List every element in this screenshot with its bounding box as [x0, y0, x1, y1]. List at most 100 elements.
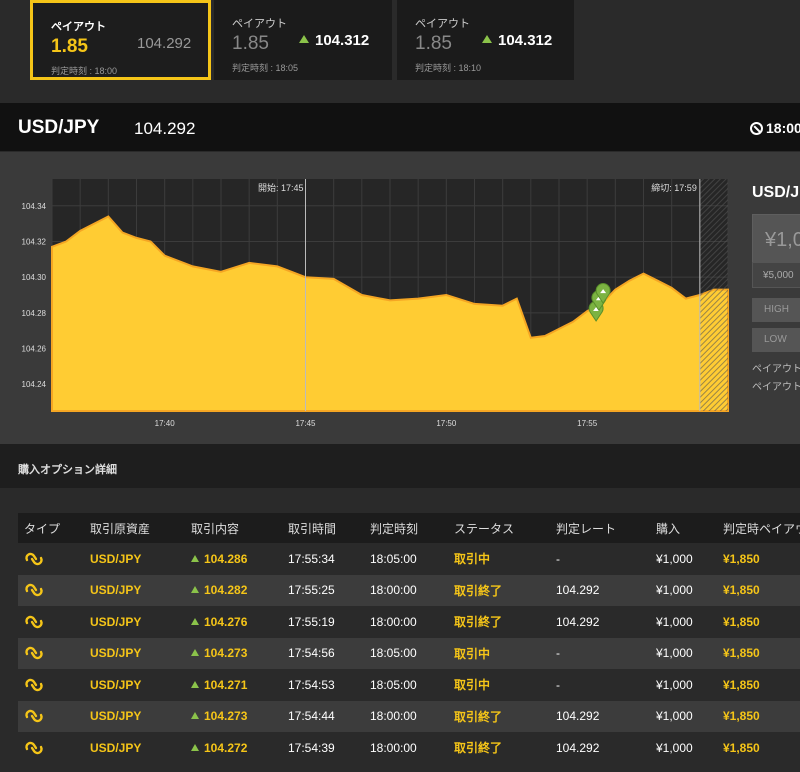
high-low-type-icon [24, 614, 44, 628]
purchase-cell: ¥1,000 [656, 574, 723, 606]
column-header[interactable]: 取引原資産 [90, 513, 191, 543]
table-header: タイプ 取引原資産 取引内容 取引時間 判定時刻 ステータス 判定レート 購入 … [18, 513, 800, 543]
up-arrow-icon [191, 712, 199, 720]
high-low-type-icon [24, 677, 44, 691]
status-cell: 取引中 [454, 543, 556, 575]
x-tick-label: 17:50 [436, 419, 457, 428]
up-arrow-icon [191, 680, 199, 688]
table-row[interactable]: USD/JPY 104.272 17:54:39 18:00:00 取引終了 104.29… [18, 732, 800, 764]
judge-time-cell: 18:00:00 [370, 574, 454, 606]
judge-time-cell: 18:05:00 [370, 637, 454, 669]
asset-cell: USD/JPY [90, 574, 191, 606]
column-header[interactable]: タイプ [18, 513, 90, 543]
purchase-cell: ¥1,000 [656, 637, 723, 669]
payout-value: 1.85 [232, 33, 269, 54]
start-time-label: 開始: 17:45 [258, 182, 304, 193]
content-cell: 104.282 [191, 574, 288, 606]
judge-time-cell: 18:00:00 [370, 606, 454, 638]
low-button[interactable]: LOW [752, 328, 800, 352]
price-chart-svg: 104.34 104.32 104.30 104.28 104.26 104.24 17:… [22, 179, 729, 428]
chart-section: 104.34 104.32 104.30 104.28 104.26 104.24 17:… [0, 152, 800, 444]
type-cell [18, 700, 90, 732]
asset-cell: USD/JPY [90, 732, 191, 764]
status-cell: 取引中 [454, 637, 556, 669]
column-header[interactable]: 取引時間 [288, 513, 370, 543]
judge-time-cell: 18:00:00 [370, 732, 454, 764]
judge-rate-cell: - [556, 669, 656, 701]
high-low-type-icon [24, 582, 44, 597]
status-cell: 取引終了 [454, 700, 556, 732]
judge-rate-cell: 104.292 [556, 574, 656, 606]
details-title: 購入オプション詳細 [18, 464, 117, 476]
purchase-cell: ¥1,000 [656, 543, 723, 575]
up-arrow-icon [191, 586, 199, 594]
y-tick-label: 104.24 [22, 380, 47, 389]
trade-time-cell: 17:54:44 [288, 700, 370, 732]
y-tick-label: 104.30 [22, 273, 47, 282]
payout-card-18-10[interactable]: ペイアウト 1.85 104.312 判定時刻 : 18:10 [397, 0, 574, 80]
payout-cell: ¥1,850 [723, 606, 800, 638]
payout-rate: 104.312 [482, 32, 552, 49]
trade-time-cell: 17:55:25 [288, 574, 370, 606]
trade-time-cell: 17:54:53 [288, 669, 370, 701]
content-cell: 104.276 [191, 606, 288, 638]
trade-time-cell: 17:55:19 [288, 606, 370, 638]
judge-rate-cell: 104.292 [556, 606, 656, 638]
trade-panel: USD/JPY ¥1,000 ¥5,000 HIGH LOW ペイアウト ペイア… [750, 152, 800, 444]
content-cell: 104.273 [191, 637, 288, 669]
payout-time: 判定時刻 : 18:00 [51, 66, 118, 76]
table-row[interactable]: USD/JPY 104.273 17:54:56 18:05:00 取引中 - ¥1,000… [18, 637, 800, 669]
high-button[interactable]: HIGH [752, 298, 800, 322]
type-cell [18, 543, 90, 575]
judge-rate-cell: - [556, 543, 656, 575]
judge-time-cell: 18:00:00 [370, 700, 454, 732]
asset-header: USD/JPY 104.292 18:00 [0, 103, 800, 151]
column-header[interactable]: 取引内容 [191, 513, 288, 543]
column-header[interactable]: 購入 [656, 513, 723, 543]
trade-time-cell: 17:54:39 [288, 732, 370, 764]
preset-amount-button[interactable]: ¥5,000 [752, 262, 800, 288]
asset-cell: USD/JPY [90, 543, 191, 575]
payout-card-18-05[interactable]: ペイアウト 1.85 104.312 判定時刻 : 18:05 [214, 0, 392, 80]
trade-time-cell: 17:55:34 [288, 543, 370, 575]
table-row[interactable]: USD/JPY 104.276 17:55:19 18:00:00 取引終了 104.29… [18, 606, 800, 638]
payout-cell: ¥1,850 [723, 543, 800, 575]
type-cell [18, 606, 90, 638]
judge-rate-cell: 104.292 [556, 700, 656, 732]
type-cell [18, 732, 90, 764]
column-header[interactable]: ステータス [454, 513, 556, 543]
status-cell: 取引終了 [454, 606, 556, 638]
x-tick-label: 17:45 [295, 419, 316, 428]
trade-panel-title: USD/JPY [752, 184, 800, 201]
purchase-cell: ¥1,000 [656, 732, 723, 764]
amount-input[interactable]: ¥1,000 [752, 214, 800, 264]
end-time-label: 締切: 17:59 [651, 182, 697, 193]
up-arrow-icon [482, 35, 492, 43]
column-header[interactable]: 判定時刻 [370, 513, 454, 543]
table-row[interactable]: USD/JPY 104.271 17:54:53 18:05:00 取引中 - ¥1,000… [18, 669, 800, 701]
high-low-type-icon [24, 740, 44, 754]
clock-icon [750, 122, 763, 135]
payout-label: ペイアウト [415, 18, 470, 30]
column-header[interactable]: 判定時ペイアウト [723, 513, 800, 543]
column-header[interactable]: 判定レート [556, 513, 656, 543]
details-header: 購入オプション詳細 [0, 444, 800, 488]
table-row[interactable]: USD/JPY 104.282 17:55:25 18:00:00 取引終了 104.29… [18, 574, 800, 606]
asset-cell: USD/JPY [90, 700, 191, 732]
payout-value: 1.85 [415, 33, 452, 54]
table-row[interactable]: USD/JPY 104.286 17:55:34 18:05:00 取引中 - ¥1,000… [18, 543, 800, 575]
payout-rate: 104.312 [299, 32, 369, 49]
payout-label: ペイアウト [51, 21, 106, 33]
payout-label: ペイアウト [232, 18, 287, 30]
table-row[interactable]: USD/JPY 104.273 17:54:44 18:00:00 取引終了 104.29… [18, 700, 800, 732]
purchase-details: タイプ 取引原資産 取引内容 取引時間 判定時刻 ステータス 判定レート 購入 … [0, 488, 800, 772]
x-tick-label: 17:40 [155, 419, 176, 428]
type-cell [18, 574, 90, 606]
payout-card-strip: ペイアウト 1.85 104.292 判定時刻 : 18:00 ペイアウト 1.… [0, 0, 800, 100]
high-low-type-icon [24, 708, 44, 723]
purchase-cell: ¥1,000 [656, 606, 723, 638]
judge-time-cell: 18:05:00 [370, 669, 454, 701]
payout-card-18-00[interactable]: ペイアウト 1.85 104.292 判定時刻 : 18:00 [30, 0, 211, 80]
price-chart[interactable]: 104.34 104.32 104.30 104.28 104.26 104.24 17:… [0, 152, 740, 444]
high-low-type-icon [24, 645, 44, 660]
